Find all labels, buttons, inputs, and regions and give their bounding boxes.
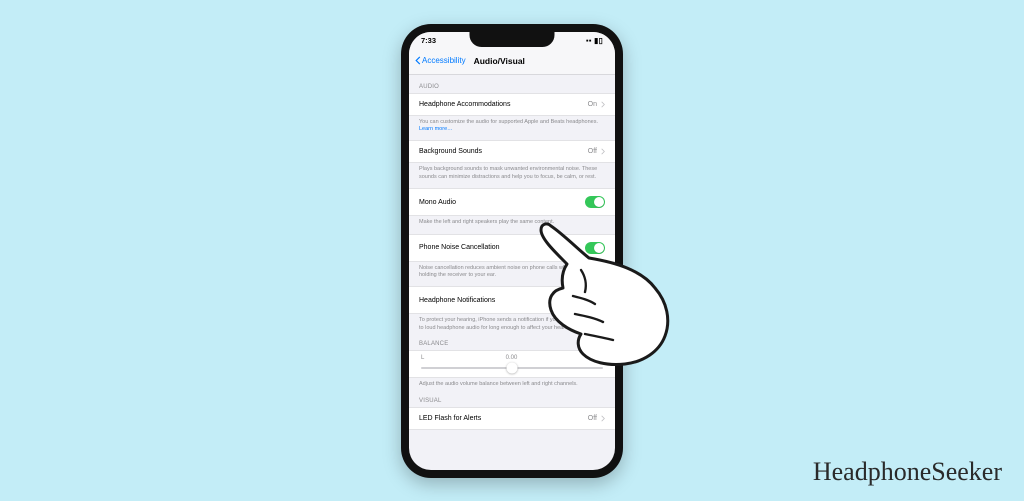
row-label: Headphone Notifications <box>419 297 495 304</box>
notch <box>470 32 555 47</box>
footer-text: You can customize the audio for supporte… <box>409 116 615 134</box>
row-label: Headphone Accommodations <box>419 101 510 108</box>
row-led-flash[interactable]: LED Flash for Alerts Off <box>409 407 615 430</box>
row-mono-audio: Mono Audio <box>409 188 615 216</box>
row-label: LED Flash for Alerts <box>419 415 481 422</box>
row-label: Phone Noise Cancellation <box>419 244 500 251</box>
chevron-right-icon <box>601 415 605 422</box>
status-time: 7:33 <box>421 36 436 45</box>
row-value: On <box>588 101 597 108</box>
chevron-right-icon <box>601 148 605 155</box>
slider-knob[interactable] <box>507 363 518 374</box>
back-label: Accessibility <box>422 56 466 65</box>
footer-text: Plays background sounds to mask unwanted… <box>409 163 615 181</box>
watermark: HeadphoneSeeker <box>813 457 1002 487</box>
nav-bar: Accessibility Audio/Visual <box>409 50 615 75</box>
balance-left-label: L <box>421 355 424 361</box>
pointing-hand-icon <box>533 218 673 378</box>
section-header-audio: AUDIO <box>409 75 615 93</box>
row-label: Background Sounds <box>419 148 482 155</box>
row-headphone-accommodations[interactable]: Headphone Accommodations On <box>409 93 615 116</box>
footer-text: Adjust the audio volume balance between … <box>409 378 615 388</box>
learn-more-link[interactable]: Learn more… <box>419 126 453 132</box>
row-value: Off <box>588 415 597 422</box>
row-background-sounds[interactable]: Background Sounds Off <box>409 140 615 163</box>
row-label: Mono Audio <box>419 199 456 206</box>
status-indicators: ▪▪ ▮▯ <box>586 36 603 45</box>
back-button[interactable]: Accessibility <box>415 56 466 65</box>
row-value: Off <box>588 148 597 155</box>
page-title: Audio/Visual <box>474 56 525 66</box>
balance-value: 0.00 <box>506 355 518 361</box>
chevron-left-icon <box>415 56 421 65</box>
chevron-right-icon <box>601 101 605 108</box>
mono-audio-toggle[interactable] <box>585 196 605 208</box>
section-header-visual: VISUAL <box>409 389 615 407</box>
